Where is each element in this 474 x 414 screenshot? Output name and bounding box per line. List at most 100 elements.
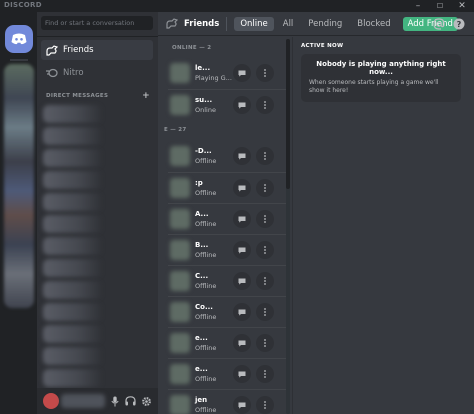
tab-online[interactable]: Online <box>234 16 274 31</box>
friend-name: C... <box>195 272 209 280</box>
chat-bubble-icon <box>238 153 246 160</box>
friend-name: e... <box>195 365 208 373</box>
more-vertical-icon <box>264 339 266 347</box>
friend-status: Offline <box>195 375 217 383</box>
dm-section-header: DIRECT MESSAGES + <box>46 92 150 101</box>
user-panel <box>37 388 158 414</box>
friend-name: Co... <box>195 303 213 311</box>
list-item[interactable]: su... Online <box>168 89 286 120</box>
friends-scrollbar-thumb[interactable] <box>286 39 290 189</box>
more-options-button[interactable] <box>256 365 274 383</box>
message-button[interactable] <box>233 96 251 114</box>
list-item[interactable]: le... Playing G... <box>168 58 286 89</box>
list-item[interactable]: Co... Offline <box>168 296 286 327</box>
list-item[interactable] <box>43 347 103 365</box>
toolbar-divider <box>226 16 228 31</box>
avatar <box>170 364 190 384</box>
add-friend-button[interactable]: Add Friend <box>402 16 458 31</box>
list-item[interactable] <box>43 193 103 211</box>
list-item[interactable] <box>43 369 103 387</box>
message-button[interactable] <box>233 303 251 321</box>
more-vertical-icon <box>264 401 266 409</box>
list-item[interactable]: -D... Offline <box>168 141 286 172</box>
more-options-button[interactable] <box>256 64 274 82</box>
more-options-button[interactable] <box>256 334 274 352</box>
create-dm-button[interactable]: + <box>142 92 150 101</box>
mic-icon[interactable] <box>108 394 122 408</box>
avatar <box>170 95 190 115</box>
avatar <box>170 302 190 322</box>
more-options-button[interactable] <box>256 396 274 414</box>
friend-status: Offline <box>195 251 217 259</box>
svg-text:?: ? <box>457 20 462 29</box>
tab-all[interactable]: All <box>277 17 300 31</box>
minimize-button[interactable]: – <box>410 0 426 12</box>
message-button[interactable] <box>233 396 251 414</box>
avatar <box>170 240 190 260</box>
message-button[interactable] <box>233 147 251 165</box>
more-options-button[interactable] <box>256 96 274 114</box>
friend-name: le... <box>195 64 211 72</box>
help-icon[interactable]: ? <box>452 17 466 31</box>
message-button[interactable] <box>233 334 251 352</box>
home-button[interactable] <box>5 25 33 53</box>
avatar <box>170 209 190 229</box>
sidebar-item-nitro[interactable]: Nitro <box>41 63 153 83</box>
chat-bubble-icon <box>238 402 246 409</box>
maximize-button[interactable]: ☐ <box>432 0 448 12</box>
chat-bubble-icon <box>238 340 246 347</box>
list-item[interactable] <box>43 149 103 167</box>
dm-header-label: DIRECT MESSAGES <box>46 93 109 99</box>
list-item[interactable] <box>43 325 103 343</box>
more-options-button[interactable] <box>256 179 274 197</box>
more-options-button[interactable] <box>256 241 274 259</box>
tab-pending[interactable]: Pending <box>302 17 348 31</box>
more-vertical-icon <box>264 308 266 316</box>
more-options-button[interactable] <box>256 147 274 165</box>
sidebar-item-label: Nitro <box>63 68 84 78</box>
list-item[interactable]: e... Offline <box>168 327 286 358</box>
friend-status: Offline <box>195 344 217 352</box>
close-button[interactable]: ✕ <box>454 0 470 12</box>
message-button[interactable] <box>233 64 251 82</box>
more-options-button[interactable] <box>256 210 274 228</box>
list-item[interactable] <box>43 105 103 123</box>
dm-sidebar: Friends Nitro DIRECT MESSAGES + <box>37 12 158 414</box>
list-item[interactable]: B... Offline <box>168 234 286 265</box>
avatar <box>170 63 190 83</box>
avatar[interactable] <box>43 393 59 409</box>
message-button[interactable] <box>233 241 251 259</box>
list-item[interactable]: e... Offline <box>168 358 286 389</box>
friends-list: ONLINE — 2 le... Playing G... su... Onli… <box>158 37 288 414</box>
server-icons-blurred[interactable] <box>4 64 34 308</box>
active-now-card: Nobody is playing anything right now... … <box>301 54 461 102</box>
more-options-button[interactable] <box>256 303 274 321</box>
sidebar-item-friends[interactable]: Friends <box>41 40 153 60</box>
list-item[interactable]: C... Offline <box>168 265 286 296</box>
message-button[interactable] <box>233 179 251 197</box>
message-button[interactable] <box>233 365 251 383</box>
friend-name: su... <box>195 96 213 104</box>
friend-status: Offline <box>195 220 217 228</box>
list-item[interactable]: jen Offline <box>168 389 286 414</box>
more-options-button[interactable] <box>256 272 274 290</box>
tab-blocked[interactable]: Blocked <box>351 17 396 31</box>
list-item[interactable] <box>43 259 103 277</box>
mention-icon[interactable] <box>432 17 446 31</box>
list-item[interactable] <box>43 127 103 145</box>
online-section-header: ONLINE — 2 <box>172 45 212 51</box>
list-item[interactable] <box>43 303 103 321</box>
message-button[interactable] <box>233 210 251 228</box>
settings-gear-icon[interactable] <box>139 394 153 408</box>
more-vertical-icon <box>264 152 266 160</box>
list-item[interactable] <box>43 215 103 233</box>
list-item[interactable] <box>43 281 103 299</box>
list-item[interactable] <box>43 237 103 255</box>
headphones-icon[interactable] <box>123 394 137 408</box>
message-button[interactable] <box>233 272 251 290</box>
list-item[interactable]: :p Offline <box>168 172 286 203</box>
search-input[interactable] <box>41 16 153 30</box>
more-vertical-icon <box>264 101 266 109</box>
list-item[interactable] <box>43 171 103 189</box>
list-item[interactable]: A... Offline <box>168 203 286 234</box>
